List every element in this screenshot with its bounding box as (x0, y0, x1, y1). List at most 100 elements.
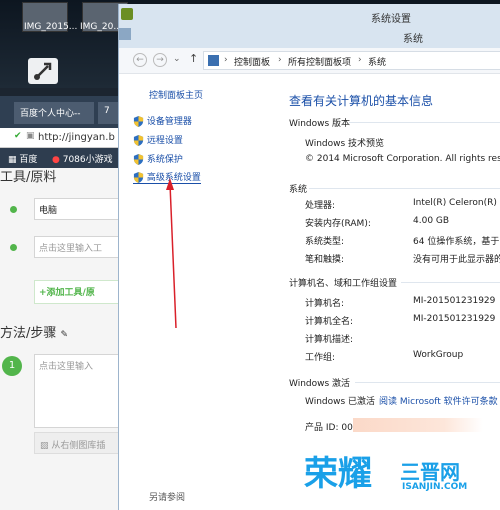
product-id-redaction (353, 418, 483, 432)
shield-icon (133, 172, 144, 183)
watermark-logo: 荣耀 三晋网 ISANJIN.COM (304, 454, 494, 500)
section-divider (401, 282, 500, 283)
ram-label: 安装内存(RAM): (305, 219, 371, 229)
shield-icon (133, 135, 144, 146)
license-terms-link[interactable]: 阅读 Microsoft 软件许可条款 (379, 394, 498, 407)
system-type-value: 64 位操作系统，基于 (413, 237, 500, 247)
bullet-icon (10, 244, 17, 251)
watermark-sub: 三晋网 (400, 460, 460, 484)
step-number-badge: 1 (2, 356, 22, 376)
watermark-brand: 荣耀 (304, 454, 372, 494)
processor-value: Intel(R) Celeron(R) C (413, 198, 500, 208)
pen-touch-label: 笔和触摸: (305, 255, 345, 265)
activation-status: Windows 已激活 (305, 397, 376, 407)
browser-window: 百度个人中心-- 7 ✔ ▣ http://jingyan.b ▦ 百度 ● 7… (0, 96, 120, 510)
link-label: 设备管理器 (146, 117, 192, 127)
page-heading: 查看有关计算机的基本信息 (289, 94, 434, 108)
breadcrumb[interactable]: › 控制面板 › 所有控制面板项 › 系统 (203, 51, 500, 70)
favorite-label: 7086小游戏 (62, 155, 113, 165)
edition-name: Windows 技术预览 (305, 139, 385, 149)
up-arrow-icon[interactable]: ↑ (189, 52, 198, 65)
favorites-bar: ▦ 百度 ● 7086小游戏 (0, 148, 120, 168)
control-panel-icon (208, 55, 219, 66)
desktop-icon-label: IMG_2015... (24, 22, 78, 32)
address-bar[interactable]: ✔ ▣ http://jingyan.b (0, 128, 120, 148)
window-title: 系统 (403, 34, 423, 45)
browser-tab[interactable]: 7 (98, 102, 120, 124)
tab-label: 7 (104, 106, 110, 116)
workgroup-label: 工作组: (305, 353, 336, 363)
add-tool-button[interactable]: +添加工具/原 (34, 280, 120, 304)
system-icon (119, 28, 131, 40)
image-icon: ▨ (40, 441, 49, 451)
breadcrumb-separator-icon: › (358, 55, 362, 65)
forward-arrow-icon[interactable]: → (153, 53, 167, 67)
navigation-bar: ← → ⌄ ↑ › 控制面板 › 所有控制面板项 › 系统 (119, 48, 500, 74)
tab-label: 百度个人中心-- (20, 109, 81, 119)
computer-name-value: MI-201501231929 (413, 296, 496, 306)
device-manager-link[interactable]: 设备管理器 (133, 114, 192, 127)
computer-name-section-title: 计算机名、域和工作组设置 (289, 279, 398, 289)
bullet-icon (10, 206, 17, 213)
windows-edition-section-title: Windows 版本 (289, 119, 351, 129)
link-label: 系统保护 (146, 155, 183, 165)
breadcrumb-item[interactable]: 系统 (368, 55, 386, 68)
baidu-icon: ▦ (8, 155, 17, 165)
system-type-label: 系统类型: (305, 237, 345, 247)
favorite-games[interactable]: ● 7086小游戏 (52, 152, 113, 165)
window-app-icon (121, 8, 133, 20)
address-text: http://jingyan.b (38, 132, 115, 143)
full-name-value: MI-201501231929 (413, 314, 496, 324)
system-section-title: 系统 (289, 185, 308, 195)
window-titlebar[interactable]: 系统设置 系统 (119, 4, 500, 48)
image-upload-hint[interactable]: ▨ 从右侧图库插 (34, 432, 120, 454)
browser-tab-bar: 百度个人中心-- 7 (0, 96, 120, 128)
tools-app-icon[interactable] (28, 58, 58, 84)
browser-tab[interactable]: 百度个人中心-- (14, 102, 94, 124)
copyright-text: © 2014 Microsoft Corporation. All rights… (305, 154, 500, 164)
breadcrumb-separator-icon: › (224, 55, 228, 65)
see-also-label: 另请参阅 (149, 493, 186, 503)
steps-heading-text: 方法/步骤 (0, 326, 57, 341)
favorite-label: 百度 (19, 155, 38, 165)
workgroup-value: WorkGroup (413, 350, 464, 360)
system-protection-link[interactable]: 系统保护 (133, 152, 183, 165)
pencil-icon: ✎ (60, 330, 69, 340)
watermark-url: ISANJIN.COM (402, 482, 468, 492)
lock-icon: ▣ (26, 131, 35, 141)
section-divider (309, 188, 500, 189)
product-id-label: 产品 ID: 00 (305, 423, 353, 433)
link-label: 远程设置 (146, 136, 183, 146)
processor-label: 处理器: (305, 201, 336, 211)
tool-input[interactable]: 电脑 (34, 198, 120, 220)
system-info-content: 查看有关计算机的基本信息 Windows 版本 Windows 技术预览 © 2… (279, 74, 500, 510)
remote-settings-link[interactable]: 远程设置 (133, 133, 183, 146)
section-divider (355, 382, 500, 383)
computer-name-label: 计算机名: (305, 299, 345, 309)
outer-window-title: 系统设置 (371, 14, 411, 25)
pen-touch-value: 没有可用于此显示器的 (413, 255, 500, 265)
shield-icon (133, 154, 144, 165)
section-divider (349, 122, 500, 123)
back-arrow-icon[interactable]: ← (133, 53, 147, 67)
control-panel-home-link[interactable]: 控制面板主页 (149, 88, 203, 101)
upload-hint-text: 从右侧图库插 (51, 441, 106, 451)
history-dropdown-icon[interactable]: ⌄ (173, 54, 181, 64)
browser-page: 工具/原料 电脑 点击这里输入工 +添加工具/原 方法/步骤 ✎ 1 点击这里输… (0, 168, 120, 510)
link-label: 高级系统设置 (146, 173, 201, 183)
tool-input-empty[interactable]: 点击这里输入工 (34, 236, 120, 258)
full-name-label: 计算机全名: (305, 317, 354, 327)
secure-check-icon: ✔ (14, 131, 22, 141)
shield-icon (133, 116, 144, 127)
breadcrumb-item[interactable]: 所有控制面板项 (288, 55, 351, 68)
breadcrumb-separator-icon: › (278, 55, 282, 65)
tools-heading: 工具/原料 (0, 170, 57, 185)
ram-value: 4.00 GB (413, 216, 450, 226)
activation-section-title: Windows 激活 (289, 379, 351, 389)
step-textarea[interactable]: 点击这里输入 (34, 354, 120, 428)
breadcrumb-item[interactable]: 控制面板 (234, 55, 270, 68)
advanced-system-settings-link[interactable]: 高级系统设置 (133, 170, 201, 184)
system-window: 系统设置 系统 ← → ⌄ ↑ › 控制面板 › 所有控制面板项 › 系统 控制… (118, 4, 500, 510)
description-label: 计算机描述: (305, 335, 354, 345)
favorite-baidu[interactable]: ▦ 百度 (8, 152, 37, 165)
